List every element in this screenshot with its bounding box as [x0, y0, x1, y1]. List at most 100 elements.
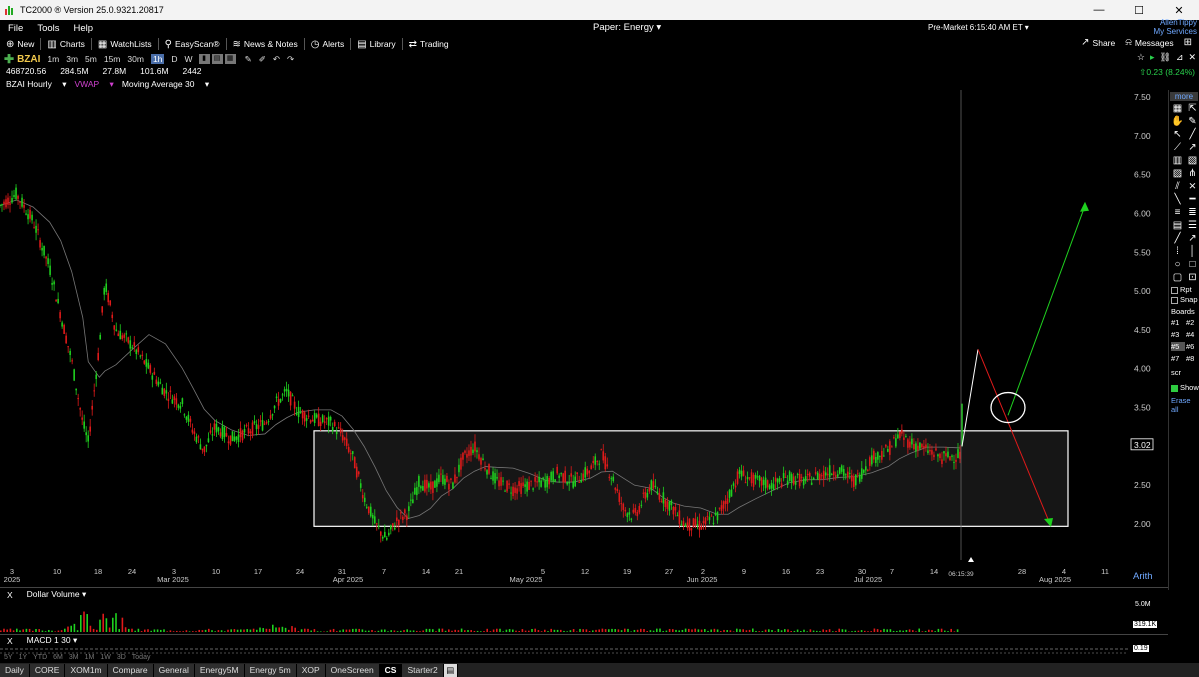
minimize-button[interactable]: —	[1079, 0, 1119, 20]
range-ytd[interactable]: YTD	[33, 654, 47, 661]
rectangle-tool-icon[interactable]: □	[1186, 259, 1199, 271]
text-tool-icon[interactable]: ⁞	[1171, 246, 1184, 258]
chart-name[interactable]: BZAI Hourly ▾	[6, 79, 66, 90]
trend-line-icon[interactable]: ╲	[1171, 194, 1184, 206]
board-3[interactable]: #3	[1171, 330, 1185, 339]
fib-extension-icon[interactable]: ≣	[1186, 207, 1199, 219]
tab-energy5m-upper[interactable]: Energy5M	[194, 663, 245, 677]
maximize-button[interactable]: ☐	[1119, 0, 1159, 20]
pencil-tool-icon[interactable]: ✎	[1186, 116, 1199, 128]
node-line-icon[interactable]: ⟋	[1171, 142, 1184, 154]
grid-tool-icon[interactable]: ▦	[1171, 103, 1184, 115]
channel-icon[interactable]: ▨	[1171, 168, 1184, 180]
horizontal-line-icon[interactable]: ━	[1186, 194, 1199, 206]
grid-lines-icon[interactable]: ▤	[1171, 220, 1184, 232]
range-3d[interactable]: 3D	[117, 654, 126, 661]
tab-general[interactable]: General	[153, 663, 195, 677]
tab-core[interactable]: CORE	[29, 663, 66, 677]
range-3m[interactable]: 3M	[69, 654, 79, 661]
fib-fan-icon[interactable]: ▧	[1186, 155, 1199, 167]
tab-compare[interactable]: Compare	[107, 663, 154, 677]
parallel-line-icon[interactable]: ⫽	[1171, 181, 1184, 193]
vwap-study[interactable]: VWAP ▾	[74, 79, 113, 90]
timeframe-d[interactable]: D	[171, 54, 177, 64]
symbol-label[interactable]: BZAI	[17, 54, 40, 65]
add-tab-icon[interactable]: ▤	[443, 663, 458, 677]
board-1[interactable]: #1	[1171, 318, 1185, 327]
close-volume-pane-icon[interactable]: X	[7, 590, 13, 600]
range-1m[interactable]: 1M	[85, 654, 95, 661]
candle-style-icon[interactable]: ▮	[198, 54, 210, 64]
rpt-checkbox[interactable]	[1171, 286, 1178, 294]
ellipse-tool-icon[interactable]: ○	[1171, 259, 1184, 271]
close-button[interactable]: ✕	[1159, 0, 1199, 20]
snap-checkbox[interactable]	[1171, 296, 1178, 304]
tab-xom1m[interactable]: XOM1m	[65, 663, 108, 677]
pan-hand-icon[interactable]: ✋	[1171, 116, 1184, 128]
tab-xop[interactable]: XOP	[296, 663, 326, 677]
favorite-star-icon[interactable]: ☆	[1137, 52, 1145, 63]
user-name[interactable]: AllenTippy	[1153, 18, 1197, 27]
charts-button[interactable]: ▥ Charts	[47, 39, 85, 50]
watchlists-button[interactable]: ▦ WatchLists	[98, 39, 152, 50]
paper-account-dropdown[interactable]: Paper: Energy ▾	[593, 22, 661, 33]
board-6[interactable]: #6	[1186, 342, 1199, 351]
line-tool-icon[interactable]: ╱	[1186, 129, 1199, 141]
select-tool-icon[interactable]: ⇱	[1186, 103, 1199, 115]
tab-daily[interactable]: Daily	[0, 663, 30, 677]
news-notes-button[interactable]: ≋ News & Notes	[233, 39, 298, 50]
timeframe-w[interactable]: W	[185, 54, 193, 64]
add-symbol-icon[interactable]: ✚	[4, 52, 14, 66]
price-label-icon[interactable]: ▢	[1171, 272, 1184, 284]
range-today[interactable]: Today	[132, 654, 151, 661]
board-2[interactable]: #2	[1186, 318, 1199, 327]
tab-cs[interactable]: CS	[379, 663, 403, 677]
menu-tools[interactable]: Tools	[37, 23, 59, 34]
range-5y[interactable]: 5Y	[4, 654, 13, 661]
undo-icon[interactable]: ↶	[273, 54, 280, 65]
user-info[interactable]: AllenTippy My Services	[1153, 18, 1197, 36]
layout-icon[interactable]: ▤	[211, 54, 223, 64]
user-services-link[interactable]: My Services	[1153, 27, 1197, 36]
timeframe-1h[interactable]: 1h	[150, 54, 165, 64]
market-clock[interactable]: Pre-Market 6:15:40 AM ET ▾	[928, 23, 1029, 32]
pitchfork-icon[interactable]: ⋔	[1186, 168, 1199, 180]
fib-grid-icon[interactable]: ▥	[1171, 155, 1184, 167]
more-tools-button[interactable]: more	[1170, 92, 1198, 101]
share-button[interactable]: ↗ Share	[1081, 37, 1115, 48]
timeframe-5m[interactable]: 5m	[85, 54, 97, 64]
trading-button[interactable]: ⇄ Trading	[409, 39, 449, 50]
ma-study[interactable]: Moving Average 30 ▾	[122, 79, 209, 90]
tab-starter2[interactable]: Starter2	[402, 663, 444, 677]
board-8[interactable]: #8	[1186, 354, 1199, 363]
price-chart[interactable]: 7.507.006.506.005.505.004.504.003.503.00…	[0, 90, 1168, 590]
draw-pencil-icon[interactable]: ✎	[245, 54, 252, 65]
board-7[interactable]: #7	[1171, 354, 1185, 363]
timeframe-1m[interactable]: 1m	[47, 54, 59, 64]
show-checkbox[interactable]	[1171, 384, 1178, 392]
tab-energy-5m[interactable]: Energy 5m	[244, 663, 297, 677]
messages-button[interactable]: ⍾ Messages	[1125, 37, 1173, 48]
cross-line-icon[interactable]: ⨯	[1186, 181, 1199, 193]
show-toggle[interactable]: Show	[1171, 383, 1199, 392]
template-icon[interactable]: ▦	[224, 54, 236, 64]
menu-help[interactable]: Help	[74, 23, 94, 34]
range-1y[interactable]: 1Y	[19, 654, 28, 661]
ray-tool-icon[interactable]: ↗	[1186, 142, 1199, 154]
close-macd-pane-icon[interactable]: X	[7, 636, 13, 646]
range-1w[interactable]: 1W	[100, 654, 111, 661]
link-icon[interactable]: ⛓	[1159, 52, 1170, 63]
pin-icon[interactable]: ⊿	[1176, 52, 1184, 63]
cursor-tool-icon[interactable]: ↖	[1171, 129, 1184, 141]
snap-toggle[interactable]: Snap	[1171, 295, 1199, 304]
annotate-icon[interactable]: ✐	[259, 54, 266, 65]
arrow-icon[interactable]: ↗	[1186, 233, 1199, 245]
close-chart-icon[interactable]: ✕	[1188, 52, 1196, 63]
scr-button[interactable]: scr	[1171, 368, 1199, 377]
volume-study[interactable]: Dollar Volume ▾	[20, 589, 87, 600]
diag-line-icon[interactable]: ╱	[1171, 233, 1184, 245]
alerts-button[interactable]: ◷ Alerts	[311, 39, 344, 50]
menu-file[interactable]: File	[8, 23, 23, 34]
rpt-toggle[interactable]: Rpt	[1171, 285, 1199, 294]
timeframe-30m[interactable]: 30m	[127, 54, 144, 64]
